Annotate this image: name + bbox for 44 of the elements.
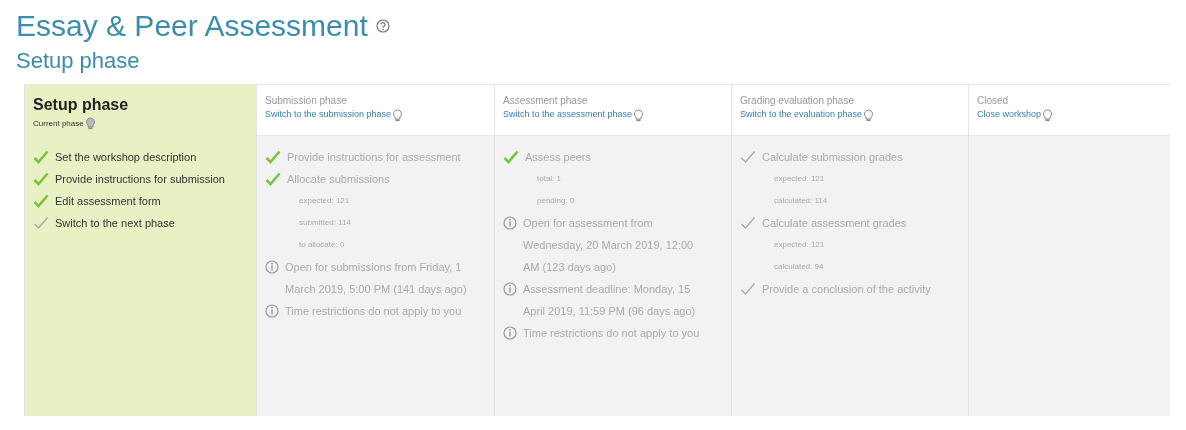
lightbulb-icon — [633, 108, 645, 122]
task-text: Provide instructions for submission — [55, 172, 225, 188]
task-text: Provide a conclusion of the activity — [762, 282, 931, 298]
info-text: Open for submissions from Friday, 1 March 2019, 5:00 PM (141 days ago) — [285, 260, 468, 298]
task-detail: total: 1 — [536, 173, 562, 186]
lightbulb-icon — [84, 117, 96, 131]
task-text: Switch to the next phase — [55, 216, 175, 232]
task-text: Allocate submissions — [287, 172, 390, 188]
phase-title: Closed — [977, 94, 1010, 109]
lightbulb-icon — [392, 108, 404, 122]
switch-phase-link[interactable]: Switch to the evaluation phase — [740, 108, 863, 122]
phase-title: Submission phase — [265, 94, 348, 109]
info-icon — [265, 304, 279, 319]
page-title: Essay & Peer Assessment — [16, 8, 368, 44]
info-icon — [503, 216, 517, 231]
info-icon — [503, 282, 517, 297]
info-icon — [265, 260, 279, 275]
lightbulb-icon — [1042, 108, 1054, 122]
task-text: Set the workshop description — [55, 150, 197, 166]
info-icon — [503, 326, 517, 341]
info-text: Assessment deadline: Monday, 15 April 2019, 11:59 PM (96 days ago) — [523, 282, 697, 320]
task-detail: expected: 121 — [298, 195, 351, 208]
task-text: Assess peers — [525, 150, 592, 166]
phase-heading: Setup phase — [16, 48, 141, 75]
task-detail: calculated: 114 — [773, 195, 829, 208]
task-text: Calculate submission grades — [762, 150, 903, 166]
task-text: Edit assessment form — [55, 194, 161, 210]
help-icon[interactable] — [375, 19, 390, 33]
lightbulb-icon — [863, 108, 875, 122]
phase-title: Assessment phase — [503, 94, 589, 109]
info-text: Open for assessment from Wednesday, 20 March 2019, 12:00 AM (123 days ago) — [523, 216, 695, 276]
switch-phase-link[interactable]: Switch to the submission phase — [265, 108, 392, 122]
info-text: Time restrictions do not apply to you — [523, 326, 700, 342]
switch-phase-link[interactable]: Switch to the assessment phase — [503, 108, 633, 122]
phase-title: Setup phase — [33, 95, 130, 116]
task-text: Calculate assessment grades — [762, 216, 907, 232]
task-detail: expected: 121 — [773, 239, 826, 252]
task-text: Provide instructions for assessment — [287, 150, 461, 166]
task-detail: submitted: 114 — [298, 217, 352, 230]
phase-title: Grading evaluation phase — [740, 94, 855, 109]
task-detail: expected: 121 — [773, 173, 826, 186]
switch-phase-link[interactable]: Close workshop — [977, 108, 1042, 122]
current-phase-label: Current phase — [33, 117, 84, 130]
info-text: Time restrictions do not apply to you — [285, 304, 462, 320]
